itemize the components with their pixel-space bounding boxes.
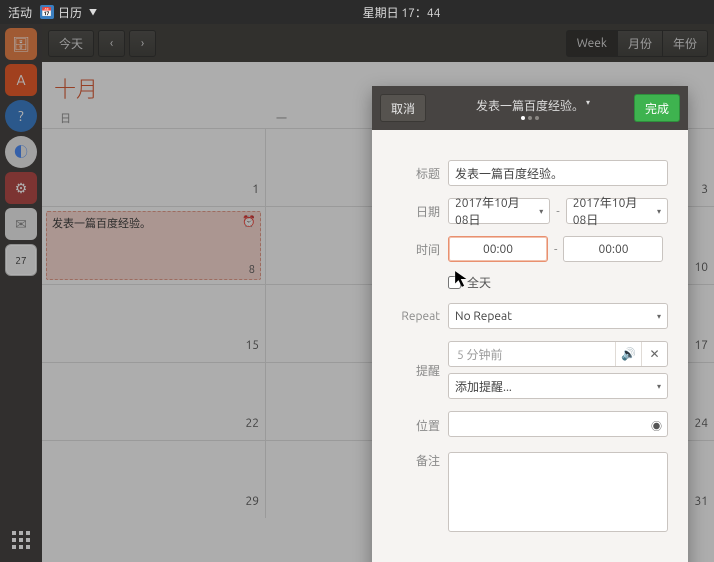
popup-title: 发表一篇百度经验。 [476, 97, 584, 114]
label-location: 位置 [392, 417, 440, 434]
event-editor-popup: 取消 发表一篇百度经验。 ▾ 完成 标题 发表一篇百度经验。 日期 2017年1… [372, 86, 688, 562]
cancel-button[interactable]: 取消 [380, 94, 426, 122]
top-bar: 活动 📅 日历 ▼ 星期日 17：44 [0, 0, 714, 24]
label-reminder: 提醒 [392, 362, 440, 379]
sound-icon[interactable]: 🔊 [615, 342, 641, 366]
label-repeat: Repeat [392, 310, 440, 323]
day-cell[interactable]: 1 [42, 128, 266, 206]
help-icon[interactable]: ? [5, 100, 37, 132]
chromium-icon[interactable]: ◐ [5, 136, 37, 168]
date-end-button[interactable]: 2017年10月08日▾ [566, 198, 668, 224]
day-cell[interactable]: 29 [42, 440, 266, 518]
next-button[interactable]: › [129, 30, 156, 57]
label-notes: 备注 [392, 452, 440, 469]
app-menu-label: 日历 [58, 4, 82, 21]
view-year[interactable]: 年份 [662, 30, 708, 57]
software-icon[interactable]: A [5, 64, 37, 96]
calendar-event[interactable]: 发表一篇百度经验。 ⏰ 8 [46, 211, 261, 280]
calendar-app-icon: 📅 [40, 5, 54, 19]
time-end-input[interactable]: 00:00 [563, 236, 663, 262]
notes-textarea[interactable] [448, 452, 668, 532]
today-button[interactable]: 今天 [48, 30, 94, 57]
calendar-dock-icon[interactable]: 27 [5, 244, 37, 276]
alarm-icon: ⏰ [242, 215, 256, 228]
activities-button[interactable]: 活动 [8, 4, 32, 21]
event-title: 发表一篇百度经验。 [47, 212, 260, 234]
day-cell[interactable]: 15 [42, 284, 266, 362]
reminder-row: 5 分钟前 🔊 ✕ [448, 341, 668, 367]
time-start-input[interactable]: 00:00 [448, 236, 548, 262]
day-cell[interactable]: 22 [42, 362, 266, 440]
title-input[interactable]: 发表一篇百度经验。 [448, 160, 668, 186]
prev-button[interactable]: ‹ [98, 30, 125, 57]
page-indicator [521, 116, 539, 120]
view-switcher: Week 月份 年份 [566, 30, 708, 57]
app-menu[interactable]: 📅 日历 ▼ [40, 4, 97, 21]
location-pin-icon[interactable]: ◉ [651, 418, 662, 434]
allday-checkbox[interactable] [448, 276, 461, 289]
range-separator: - [556, 205, 559, 218]
location-input[interactable] [448, 411, 668, 437]
chevron-down-icon: ▾ [586, 98, 590, 107]
label-date: 日期 [392, 203, 440, 220]
settings-icon[interactable]: ⚙ [5, 172, 37, 204]
remove-reminder-button[interactable]: ✕ [641, 342, 667, 366]
done-button[interactable]: 完成 [634, 94, 680, 122]
toolbar: 今天 ‹ › Week 月份 年份 [42, 24, 714, 62]
allday-checkbox-row[interactable]: 全天 [448, 274, 668, 291]
reminder-text: 5 分钟前 [449, 346, 615, 363]
label-title: 标题 [392, 165, 440, 182]
day-cell[interactable]: 发表一篇百度经验。 ⏰ 8 [42, 206, 266, 284]
show-apps-button[interactable] [7, 526, 35, 554]
add-reminder-select[interactable]: 添加提醒...▾ [448, 373, 668, 399]
mail-icon[interactable]: ✉ [5, 208, 37, 240]
range-separator: - [554, 243, 557, 256]
chevron-down-icon: ▼ [89, 7, 97, 18]
popup-header: 取消 发表一篇百度经验。 ▾ 完成 [372, 86, 688, 130]
allday-label: 全天 [467, 274, 491, 291]
event-day-number: 8 [249, 264, 255, 276]
view-week[interactable]: Week [566, 30, 618, 57]
launcher: 🗄 A ? ◐ ⚙ ✉ 27 [0, 24, 42, 562]
dow-sun: 日 [54, 110, 270, 126]
label-time: 时间 [392, 241, 440, 258]
date-start-button[interactable]: 2017年10月08日▾ [448, 198, 550, 224]
repeat-select[interactable]: No Repeat▾ [448, 303, 668, 329]
view-month[interactable]: 月份 [617, 30, 663, 57]
clock[interactable]: 星期日 17：44 [97, 4, 706, 21]
files-icon[interactable]: 🗄 [5, 28, 37, 60]
